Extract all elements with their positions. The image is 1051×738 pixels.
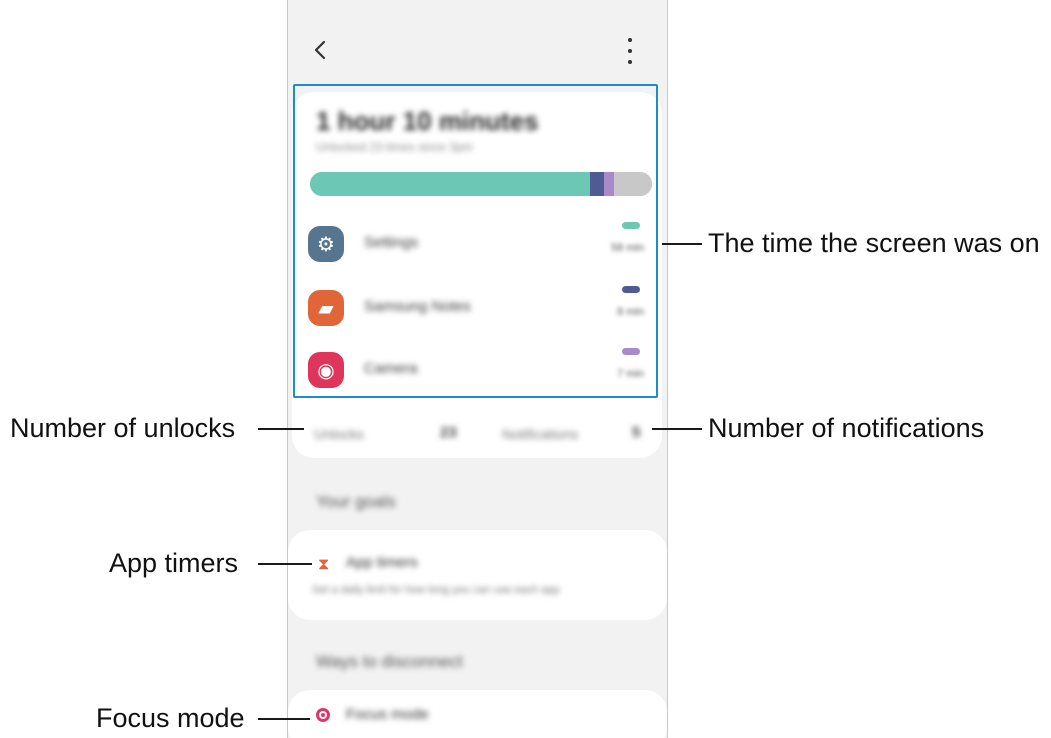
app-timers-row[interactable]: ⧗ App timers Set a daily limit for how l… [288,530,667,620]
app-usage-time: 58 min [610,242,644,254]
app-color-indicator [622,348,640,355]
app-name: Samsung Notes [364,298,471,315]
unlocks-count: 23 [440,424,457,441]
usage-segment [614,172,652,196]
disconnect-section-title: Ways to disconnect [316,652,463,671]
gear-icon: ⚙ [308,226,344,262]
app-name: Camera [364,360,418,377]
usage-segment [310,172,591,196]
app-color-indicator [622,222,640,229]
app-bar [288,0,667,80]
app-timers-description: Set a daily limit for how long you can u… [312,584,560,596]
phone-screen: 1 hour 10 minutes Unlocked 23 times sinc… [287,0,668,738]
app-name: Settings [364,234,419,251]
more-dot [628,60,632,64]
back-button[interactable] [310,36,330,64]
app-timers-leader [258,563,312,565]
screen-time-leader [662,243,702,245]
app-usage-row[interactable]: ⚙ Settings 58 min [304,222,650,266]
app-usage-time: 7 min [617,368,644,380]
goals-section-title: Your goals [316,492,396,511]
screen-time-subtitle: Unlocked 23 times since 3pm [316,140,473,154]
chevron-left-icon [314,40,326,60]
callout-focus-mode: Focus mode [96,703,245,733]
more-dot [628,49,632,53]
notes-icon: ▰ [308,290,344,326]
app-usage-time: 8 min [617,306,644,318]
app-timers-title: App timers [346,554,418,571]
unlocks-leader [258,428,304,430]
stats-row: Unlocks 23 Notifications 5 [292,420,662,450]
app-usage-row[interactable]: ◉ Camera 7 min [304,348,650,392]
focus-mode-title: Focus mode [346,706,429,723]
target-icon [316,708,330,722]
usage-bar [310,172,652,196]
focus-mode-leader [258,718,310,720]
usage-segment [590,172,605,196]
more-options-button[interactable] [624,38,636,64]
callout-app-timers: App timers [109,548,239,578]
notifications-leader [652,428,702,430]
app-color-indicator [622,286,640,293]
hourglass-icon: ⧗ [318,556,330,573]
more-vertical-icon [628,38,632,42]
callout-notifications: Number of notifications [708,413,985,443]
app-usage-row[interactable]: ▰ Samsung Notes 8 min [304,286,650,330]
camera-icon: ◉ [308,352,344,388]
callout-unlocks: Number of unlocks [10,413,236,443]
total-screen-time: 1 hour 10 minutes [316,106,539,136]
screen-time-card[interactable]: 1 hour 10 minutes Unlocked 23 times sinc… [292,92,662,458]
focus-mode-row[interactable]: Focus mode [288,690,667,738]
callout-screen-time: The time the screen was on [708,228,1040,258]
usage-segment [604,172,615,196]
unlocks-label: Unlocks [314,426,364,442]
notifications-count: 5 [632,424,641,441]
notifications-label: Notifications [502,426,579,442]
